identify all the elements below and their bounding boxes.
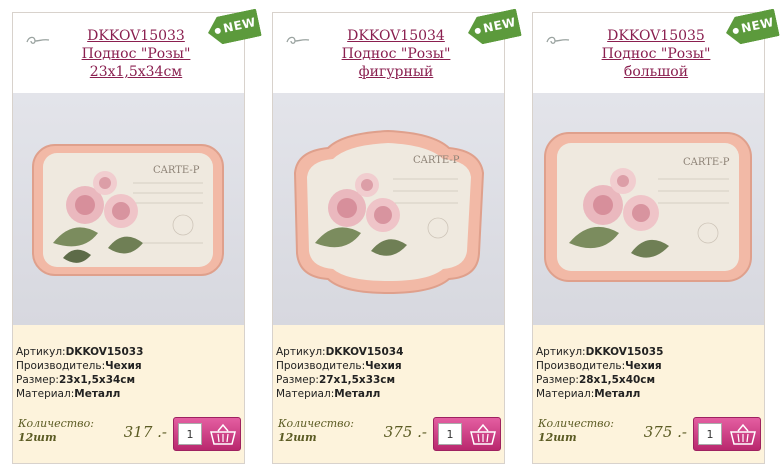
new-tag-icon: NEW [465,8,522,46]
product-image[interactable]: CARTE-P [273,93,504,325]
quantity-label: Количество: 12шт [18,417,94,444]
product-specs: Артикул:DKKOV15033 Производитель:Чехия Р… [16,346,144,400]
product-title-link[interactable]: DKKOV15033 Поднос "Розы" 23x1,5x34см [53,27,219,81]
product-specs: Артикул:DKKOV15035 Производитель:Чехия Р… [536,346,664,400]
svg-text:CARTE-P: CARTE-P [683,157,730,168]
product-title-link[interactable]: DKKOV15035 Поднос "Розы" большой [573,27,739,81]
product-card: DKKOV15034 Поднос "Розы" фигурный NEW CA… [272,12,505,464]
price: 375 .- [643,423,687,441]
quantity-input[interactable] [438,423,462,445]
quantity-label: Количество: 12шт [278,417,354,444]
swirl-ornament-icon [26,36,50,44]
quantity-input[interactable] [698,423,722,445]
quantity-label: Количество: 12шт [538,417,614,444]
product-header: DKKOV15034 Поднос "Розы" фигурный NEW [273,13,504,92]
new-tag-icon: NEW [723,8,780,46]
product-image[interactable]: CARTE-P [13,93,244,325]
product-title-link[interactable]: DKKOV15034 Поднос "Розы" фигурный [313,27,479,81]
swirl-ornament-icon [546,36,570,44]
product-image[interactable]: CARTE-P [533,93,764,325]
product-info: Артикул:DKKOV15034 Производитель:Чехия Р… [273,325,504,463]
quantity-input[interactable] [178,423,202,445]
new-tag-icon: NEW [205,8,262,46]
svg-text:CARTE-P: CARTE-P [413,155,460,166]
product-specs: Артикул:DKKOV15034 Производитель:Чехия Р… [276,346,404,400]
add-to-cart-group [433,417,501,451]
product-info: Артикул:DKKOV15035 Производитель:Чехия Р… [533,325,764,463]
swirl-ornament-icon [286,36,310,44]
product-card: DKKOV15035 Поднос "Розы" большой NEW CAR… [532,12,765,464]
add-to-cart-group [693,417,761,451]
shopping-basket-icon[interactable] [207,422,239,448]
product-header: DKKOV15035 Поднос "Розы" большой NEW [533,13,764,92]
product-card: DKKOV15033 Поднос "Розы" 23x1,5x34см NEW… [12,12,245,464]
shopping-basket-icon[interactable] [467,422,499,448]
price: 375 .- [383,423,427,441]
price: 317 .- [123,423,167,441]
product-info: Артикул:DKKOV15033 Производитель:Чехия Р… [13,325,244,463]
shopping-basket-icon[interactable] [727,422,759,448]
product-header: DKKOV15033 Поднос "Розы" 23x1,5x34см NEW [13,13,244,92]
svg-text:CARTE-P: CARTE-P [153,165,200,176]
add-to-cart-group [173,417,241,451]
